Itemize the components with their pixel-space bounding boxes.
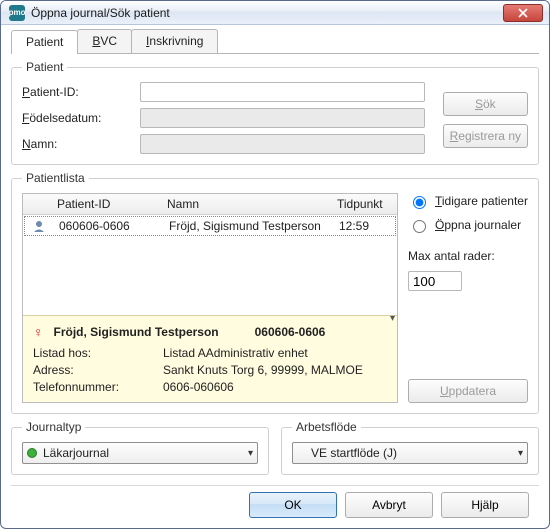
tab-bvc-u: B bbox=[92, 34, 100, 48]
cancel-button[interactable]: Avbryt bbox=[345, 492, 433, 518]
person-icon bbox=[32, 219, 46, 233]
radio-previous-input[interactable] bbox=[413, 196, 426, 209]
update-u: U bbox=[440, 384, 449, 398]
patientlista-group: Patientlista Patient-ID Namn Tidpunkt 06… bbox=[11, 171, 539, 414]
chevron-down-icon[interactable]: ▾ bbox=[390, 313, 395, 324]
search-button[interactable]: Sök bbox=[443, 92, 528, 116]
tab-strip: Patient BVC Inskrivning bbox=[11, 29, 539, 54]
detail-header: ♀ Fröjd, Sigismund Testperson 060606-060… bbox=[33, 324, 387, 340]
patient-fields: Patient-ID: Födelsedatum: Namn: bbox=[22, 82, 425, 154]
help-button[interactable]: Hjälp bbox=[441, 492, 529, 518]
arbetsflode-group: Arbetsflöde VE startflöde (J) ▾ bbox=[281, 420, 539, 475]
patient-list[interactable]: Patient-ID Namn Tidpunkt 060606-0606 Frö… bbox=[22, 193, 398, 403]
table-row[interactable]: 060606-0606 Fröjd, Sigismund Testperson … bbox=[24, 216, 396, 236]
radio-open[interactable]: Öppna journaler bbox=[408, 217, 528, 233]
arbetsflode-selected: VE startflöde (J) bbox=[311, 446, 397, 460]
register-u: R bbox=[450, 129, 459, 143]
label-birth-u: F bbox=[22, 111, 29, 125]
list-header: Patient-ID Namn Tidpunkt bbox=[23, 194, 397, 215]
label-birth: Födelsedatum: bbox=[22, 111, 132, 125]
search-u: S bbox=[475, 97, 483, 111]
col-name-header[interactable]: Namn bbox=[161, 197, 331, 211]
tab-patient[interactable]: Patient bbox=[11, 30, 78, 54]
close-button[interactable] bbox=[503, 4, 543, 22]
side-panel: Tidigare patienter Öppna journaler Max a… bbox=[408, 193, 528, 403]
chevron-down-icon: ▾ bbox=[518, 448, 523, 459]
update-button[interactable]: Uppdatera bbox=[408, 379, 528, 403]
gender-icon: ♀ bbox=[33, 324, 44, 340]
detail-name: Fröjd, Sigismund Testperson bbox=[54, 325, 219, 339]
detail-pid: 060606-0606 bbox=[255, 325, 326, 339]
radio-open-input[interactable] bbox=[413, 220, 426, 233]
dialog-footer: OK Avbryt Hjälp bbox=[11, 485, 539, 518]
chevron-down-icon: ▾ bbox=[248, 448, 253, 459]
label-patient-id-u: P bbox=[22, 85, 30, 99]
close-icon bbox=[518, 8, 528, 18]
patientlista-legend: Patientlista bbox=[22, 171, 89, 185]
title-bar: pmo Öppna journal/Sök patient bbox=[1, 1, 549, 25]
patient-legend: Patient bbox=[22, 60, 67, 74]
col-time-header[interactable]: Tidpunkt bbox=[331, 197, 397, 211]
label-patient-id: Patient-ID: bbox=[22, 85, 132, 99]
value-listed: Listad AAdministrativ enhet bbox=[163, 346, 387, 360]
value-address: Sankt Knuts Torg 6, 99999, MALMOE bbox=[163, 363, 387, 377]
cell-id: 060606-0606 bbox=[53, 219, 163, 233]
detail-grid: Listad hos: Listad AAdministrativ enhet … bbox=[33, 346, 387, 394]
label-phone: Telefonnummer: bbox=[33, 380, 163, 394]
label-name: Namn: bbox=[22, 137, 132, 151]
radio-open-label: Öppna journaler bbox=[435, 218, 521, 232]
patientlista-body: Patient-ID Namn Tidpunkt 060606-0606 Frö… bbox=[22, 193, 528, 403]
name-input bbox=[140, 134, 425, 154]
radio-open-u: Ö bbox=[435, 218, 444, 232]
radio-previous-u: T bbox=[435, 194, 442, 208]
cell-time: 12:59 bbox=[333, 219, 395, 233]
row-icon bbox=[25, 219, 53, 233]
window-title: Öppna journal/Sök patient bbox=[31, 6, 503, 20]
tab-bvc[interactable]: BVC bbox=[77, 29, 132, 53]
radio-previous-label: Tidigare patienter bbox=[435, 194, 528, 208]
ok-button[interactable]: OK bbox=[249, 492, 337, 518]
journaltyp-group: Journaltyp Läkarjournal ▾ bbox=[11, 420, 269, 475]
patient-id-input[interactable] bbox=[140, 82, 425, 102]
cell-name: Fröjd, Sigismund Testperson bbox=[163, 219, 333, 233]
bottom-row: Journaltyp Läkarjournal ▾ Arbetsflöde VE… bbox=[11, 420, 539, 475]
label-address: Adress: bbox=[33, 363, 163, 377]
label-name-u: N bbox=[22, 137, 31, 151]
max-rows-input[interactable] bbox=[408, 271, 462, 291]
detail-panel: ♀ Fröjd, Sigismund Testperson 060606-060… bbox=[23, 315, 397, 402]
arbetsflode-combo[interactable]: VE startflöde (J) ▾ bbox=[292, 442, 528, 464]
list-empty-space bbox=[23, 237, 397, 315]
tab-inskrivning-u: I bbox=[146, 34, 149, 48]
patient-buttons: Sök Registrera ny bbox=[443, 92, 528, 148]
app-icon: pmo bbox=[9, 5, 25, 21]
col-id-header[interactable]: Patient-ID bbox=[51, 197, 161, 211]
patient-group: Patient Patient-ID: Födelsedatum: Namn: … bbox=[11, 60, 539, 165]
journaltyp-selected: Läkarjournal bbox=[43, 446, 109, 460]
value-phone: 0606-060606 bbox=[163, 380, 387, 394]
dialog-window: pmo Öppna journal/Sök patient Patient BV… bbox=[0, 0, 550, 529]
col-icon bbox=[23, 197, 51, 211]
birthdate-input bbox=[140, 108, 425, 128]
register-new-button[interactable]: Registrera ny bbox=[443, 124, 528, 148]
green-dot-icon bbox=[27, 448, 37, 458]
max-rows-label: Max antal rader: bbox=[408, 249, 528, 263]
radio-previous[interactable]: Tidigare patienter bbox=[408, 193, 528, 209]
side-spacer bbox=[408, 299, 528, 371]
tab-inskrivning[interactable]: Inskrivning bbox=[131, 29, 218, 53]
journaltyp-combo[interactable]: Läkarjournal ▾ bbox=[22, 442, 258, 464]
client-area: Patient BVC Inskrivning Patient Patient-… bbox=[1, 25, 549, 528]
patient-row: Patient-ID: Födelsedatum: Namn: Sök Regi… bbox=[22, 82, 528, 154]
journaltyp-legend: Journaltyp bbox=[22, 420, 85, 434]
label-listed: Listad hos: bbox=[33, 346, 163, 360]
arbetsflode-legend: Arbetsflöde bbox=[292, 420, 361, 434]
tab-patient-label: Patient bbox=[26, 35, 63, 49]
